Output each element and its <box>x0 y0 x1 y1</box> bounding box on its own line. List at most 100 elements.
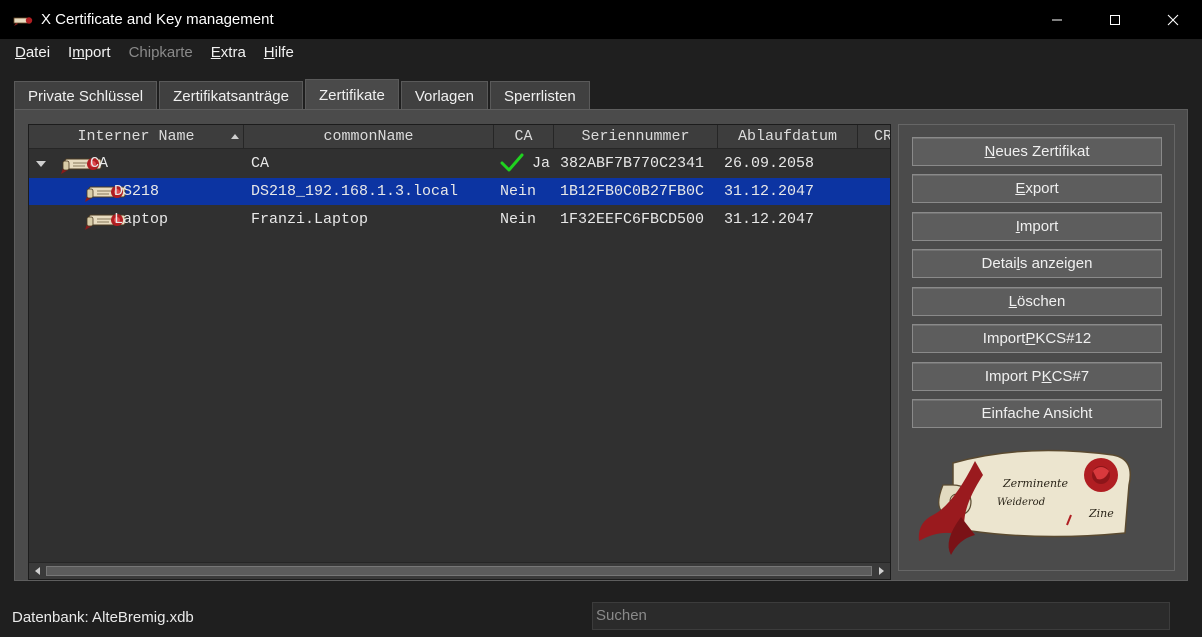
import-button[interactable]: Import <box>912 212 1162 241</box>
löschen-button[interactable]: Löschen <box>912 287 1162 316</box>
column-header-commonname[interactable]: commonName <box>244 125 494 148</box>
title-bar: X Certificate and Key management <box>0 0 1202 39</box>
close-icon <box>1167 14 1179 25</box>
cell-ca: Nein <box>500 183 537 200</box>
mnemonic-letter: N <box>984 143 996 160</box>
label-text: eues Zertifikat <box>995 143 1090 160</box>
import-pkcs-7-button[interactable]: Import P K CS#7 <box>912 362 1162 391</box>
menu-bar: Datei Import Chipkarte Extra Hilfe <box>0 39 1202 66</box>
scrollbar-track[interactable] <box>46 566 873 576</box>
label-text: port <box>84 44 111 61</box>
cell-ca: Nein <box>500 211 537 228</box>
cell-common-name: DS218_192.168.1.3.local <box>251 183 459 200</box>
column-header-label: CR <box>874 128 890 145</box>
window-title: X Certificate and Key management <box>41 11 274 28</box>
mnemonic-letter: E <box>210 44 221 61</box>
cell-serial: 382ABF7B770C2341 <box>560 155 705 172</box>
menu-item-import[interactable]: Import <box>59 44 120 61</box>
expand-arrow-icon[interactable] <box>36 161 46 167</box>
close-button[interactable] <box>1144 0 1202 39</box>
mnemonic-letter: E <box>1015 180 1026 197</box>
table-row[interactable]: CA CA Ja 382ABF7B770C2341 26.09.2058 <box>29 150 890 177</box>
arrow-right-icon <box>879 567 884 575</box>
label-text: KCS#12 <box>1035 330 1092 347</box>
mnemonic-letter: P <box>1025 330 1036 347</box>
menu-item-hilfe[interactable]: Hilfe <box>255 44 303 61</box>
cell-serial: 1B12FB0C0B27FB0C <box>560 183 705 200</box>
certificate-tree[interactable]: Interner Name commonName CA Seriennummer Abl… <box>28 124 891 580</box>
cell-expiry: 31.12.2047 <box>724 211 815 228</box>
maximize-icon <box>1110 14 1120 25</box>
label-text: Import P <box>984 368 1042 385</box>
column-header-label: commonName <box>323 128 414 145</box>
mnemonic-letter: L <box>1008 293 1017 310</box>
label-text: s anzeigen <box>1019 255 1093 272</box>
label-text: Chipkarte <box>128 44 193 61</box>
arrow-left-icon <box>35 567 40 575</box>
cell-internal-name: CA <box>90 155 109 172</box>
details-anzeigen-button[interactable]: Detai l s anzeigen <box>912 249 1162 278</box>
svg-text:Zine: Zine <box>1088 507 1114 520</box>
tab-zertifikate[interactable]: Zertifikate <box>304 79 399 111</box>
column-header-label: CA <box>514 128 533 145</box>
menu-item-chipkarte: Chipkarte <box>120 44 202 61</box>
column-header-seriennummer[interactable]: Seriennummer <box>554 125 718 148</box>
maximize-button[interactable] <box>1086 0 1144 39</box>
cell-serial: 1F32EEFC6FBCD500 <box>560 211 705 228</box>
label-text: Einfache Ansicht <box>981 405 1093 422</box>
label-text: mport <box>1019 218 1059 235</box>
label-text: xport <box>1025 180 1059 197</box>
column-header-ca[interactable]: CA <box>494 125 554 148</box>
table-header: Interner Name commonName CA Seriennummer Abl… <box>29 125 890 149</box>
label-text: Detai <box>981 255 1017 272</box>
einfache-ansicht-button[interactable]: Einfache Ansicht <box>912 399 1162 428</box>
status-bar: Datenbank: AlteBremig.xdb Suchen <box>0 598 1202 637</box>
tab-zertifikatsanträge[interactable]: Zertifikatsanträge <box>159 81 303 110</box>
cell-expiry: 26.09.2058 <box>724 155 815 172</box>
column-header-interner-name[interactable]: Interner Name <box>29 125 244 148</box>
column-header-cr[interactable]: CR <box>858 125 890 148</box>
minimize-button[interactable] <box>1028 0 1086 39</box>
cell-ca: Ja <box>532 155 551 172</box>
export-button[interactable]: Export <box>912 174 1162 203</box>
sort-ascending-icon <box>231 134 239 139</box>
column-header-label: Seriennummer <box>581 128 690 145</box>
neues-zertifikat-button[interactable]: Neues Zertifikat <box>912 137 1162 166</box>
svg-text:Weiderod: Weiderod <box>997 497 1045 508</box>
tab-private-schlüssel[interactable]: Private Schlüssel <box>14 81 158 110</box>
label-text: atei <box>25 44 51 61</box>
table-row[interactable]: DS218 DS218_192.168.1.3.local Nein 1B12FB0C… <box>29 178 890 205</box>
search-input[interactable]: Suchen <box>592 602 1170 630</box>
label-text: öschen <box>1016 293 1066 310</box>
table-row[interactable]: Laptop Franzi.Laptop Nein 1F32EEFC6FBCD500 3… <box>29 206 890 233</box>
cell-common-name: CA <box>251 155 270 172</box>
menu-item-extra[interactable]: Extra <box>202 44 255 61</box>
cell-common-name: Franzi.Laptop <box>251 211 369 228</box>
tab-sperrlisten[interactable]: Sperrlisten <box>490 81 590 110</box>
column-header-label: Ablaufdatum <box>737 128 838 145</box>
svg-text:Zerminente: Zerminente <box>1002 477 1068 490</box>
horizontal-scrollbar[interactable] <box>29 562 890 579</box>
cell-internal-name: DS218 <box>114 183 160 200</box>
xca-scroll-logo: Zerminente Weiderod Zine <box>918 449 1131 555</box>
mnemonic-letter: K <box>1041 368 1052 385</box>
app-icon <box>13 16 33 26</box>
scroll-right-button[interactable] <box>873 563 890 579</box>
menu-item-datei[interactable]: Datei <box>6 44 59 61</box>
certificates-panel: Interner Name commonName CA Seriennummer Abl… <box>14 109 1188 581</box>
scrollbar-thumb[interactable] <box>46 566 872 576</box>
label-text: ilfe <box>274 44 294 61</box>
scroll-left-button[interactable] <box>29 563 46 579</box>
database-label: Datenbank: AlteBremig.xdb <box>12 609 194 626</box>
tab-vorlagen[interactable]: Vorlagen <box>400 81 489 110</box>
label-text: Import <box>982 330 1026 347</box>
label-text: CS#7 <box>1051 368 1090 385</box>
mnemonic-letter: H <box>263 44 275 61</box>
mnemonic-letter: D <box>15 44 26 61</box>
import-pkcs-12-button[interactable]: Import P KCS#12 <box>912 324 1162 353</box>
cell-internal-name: Laptop <box>114 211 169 228</box>
action-panel: Neues Zertifikat Export Import Detai l s anze… <box>898 124 1175 571</box>
mnemonic-letter: m <box>72 44 85 61</box>
column-header-ablaufdatum[interactable]: Ablaufdatum <box>718 125 858 148</box>
minimize-icon <box>1052 19 1062 20</box>
